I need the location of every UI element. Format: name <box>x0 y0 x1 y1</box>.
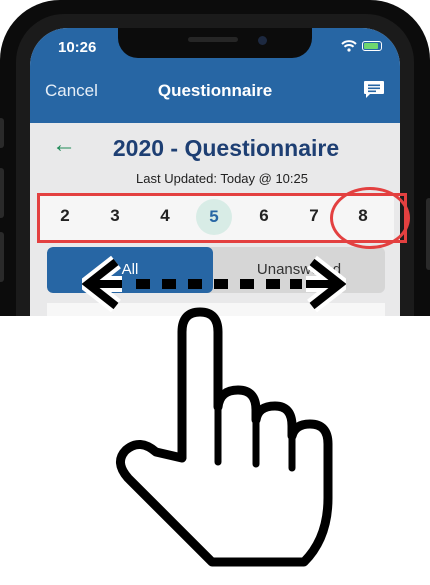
side-button <box>0 118 4 148</box>
status-time: 10:26 <box>58 39 97 56</box>
status-icons <box>341 40 382 52</box>
last-updated-text: Last Updated: Today @ 10:25 <box>136 171 308 186</box>
chat-bubble-icon[interactable] <box>363 80 385 100</box>
side-button <box>0 232 4 282</box>
camera-icon <box>258 36 267 45</box>
battery-icon <box>362 41 382 51</box>
nav-title: Questionnaire <box>157 81 273 100</box>
speaker-grille <box>188 37 238 42</box>
questionnaire-title: 2020 - Questionnaire <box>112 135 340 161</box>
highlight-circle <box>330 187 410 249</box>
side-button <box>0 168 4 218</box>
pointing-hand-icon <box>116 307 333 567</box>
phone-notch <box>118 28 312 58</box>
side-button <box>426 198 430 270</box>
wifi-icon <box>341 40 357 52</box>
